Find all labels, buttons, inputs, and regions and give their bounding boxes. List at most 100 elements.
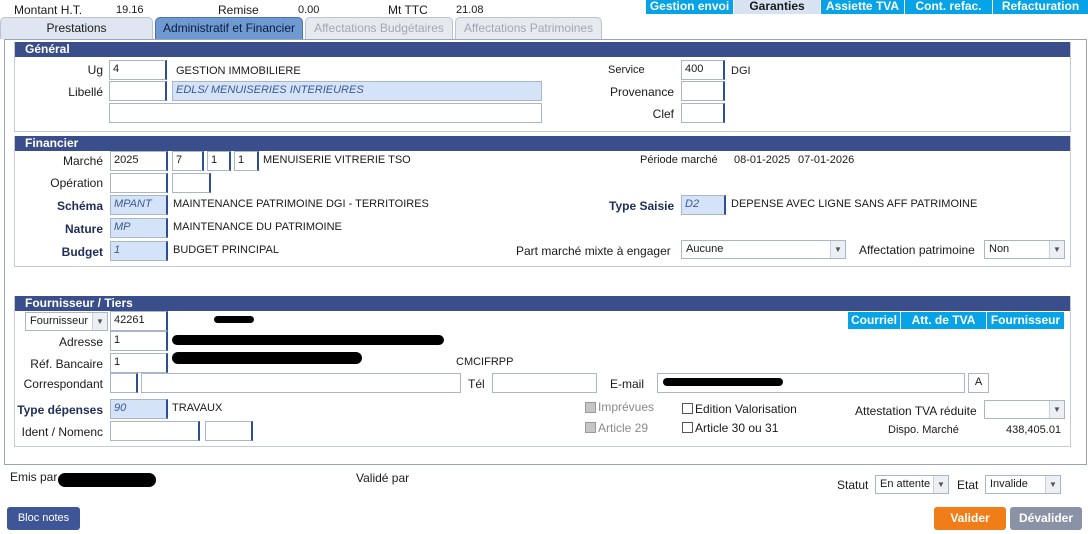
redaction [58,473,156,487]
part-marche-select[interactable]: Aucune ▼ [681,240,846,259]
affectation-select[interactable]: Non ▼ [984,240,1065,259]
clef-label: Clef [652,107,674,121]
edition-valorisation-checkbox[interactable] [682,403,693,414]
chevron-down-icon: ▼ [1045,476,1060,493]
chevron-down-icon: ▼ [830,241,845,258]
montant-ht-label: Montant H.T. [14,3,83,17]
periode-end: 07-01-2026 [798,154,855,166]
budget-input[interactable]: 1 [110,241,168,261]
assiette-tva-button[interactable]: Assiette TVA [820,0,904,14]
fournisseur-type-value: Fournisseur [30,315,89,327]
type-depenses-input[interactable]: 90 [110,399,168,419]
ident-input[interactable] [110,421,200,441]
adresse-input[interactable]: 1 [110,331,168,351]
operation-input[interactable] [110,173,168,193]
valide-par-label: Validé par [356,471,410,485]
marche-n1-input[interactable]: 7 [172,151,204,171]
cont-refac-button[interactable]: Cont. refac. [904,0,992,14]
redaction [214,316,254,323]
devalider-button[interactable]: Dévalider [1010,507,1082,530]
type-saisie-label: Type Saisie [609,199,675,213]
libelle-label: Libellé [68,85,103,99]
tel-label: Tél [468,377,485,391]
service-label: Service [608,64,645,76]
mt-ttc-value: 21.08 [456,4,484,16]
correspondant-label: Correspondant [23,377,103,391]
imprevues-checkbox[interactable] [585,402,596,413]
type-depenses-label: Type dépenses [17,403,103,417]
nature-text: MAINTENANCE DU PATRIMOINE [173,221,342,233]
statut-value: En attente [880,478,931,490]
imprevues-label: Imprévues [598,400,655,414]
operation-extra-input[interactable] [172,173,211,193]
tab-affectations-budgetaires[interactable]: Affectations Budgétaires [305,17,453,39]
redaction [172,335,444,345]
type-saisie-text: DEPENSE AVEC LIGNE SANS AFF PATRIMOINE [731,198,978,210]
ref-bancaire-text: CMCIFRPP [456,356,514,368]
email-label: E-mail [610,377,645,391]
correspondant-input[interactable] [141,373,461,393]
fournisseur-code-input[interactable]: 42261 [110,311,168,331]
fournisseur-type-select[interactable]: Fournisseur ▼ [25,312,108,331]
valider-button[interactable]: Valider [934,507,1006,530]
type-saisie-input[interactable]: D2 [681,195,726,215]
remise-label: Remise [218,3,259,17]
tab-prestations[interactable]: Prestations [0,17,153,39]
courriel-button[interactable]: Courriel [847,312,900,329]
affectation-label: Affectation patrimoine [859,243,975,257]
remise-value: 0.00 [298,4,320,16]
tel-input[interactable] [492,373,597,393]
bloc-notes-button[interactable]: Bloc notes [7,507,80,530]
marche-n2-input[interactable]: 1 [207,151,231,171]
gestion-envoi-button[interactable]: Gestion envoi [645,0,733,14]
tab-administratif-financier[interactable]: Administratif et Financier [155,17,303,39]
article30-checkbox[interactable] [682,422,693,433]
chevron-down-icon: ▼ [1049,401,1064,418]
mt-ttc-label: Mt TTC [388,3,428,17]
statut-select[interactable]: En attente ▼ [875,475,949,494]
provenance-input[interactable] [681,81,725,101]
article30-label: Article 30 ou 31 [695,421,779,435]
fournisseur-button[interactable]: Fournisseur [986,312,1064,329]
nature-label: Nature [64,222,103,236]
ident-nomenc-label: Ident / Nomenc [21,425,103,439]
nature-input[interactable]: MP [110,218,168,238]
article29-label: Article 29 [598,421,649,435]
chevron-down-icon: ▼ [92,313,107,330]
libelle-extra-input[interactable] [109,103,542,123]
libelle-code-input[interactable] [109,81,167,101]
attestation-tva-select[interactable]: ▼ [984,400,1065,419]
etat-select[interactable]: Invalide ▼ [985,475,1061,494]
ref-bancaire-input[interactable]: 1 [110,353,168,373]
schema-input[interactable]: MPANT [110,195,168,215]
libelle-input[interactable]: EDLS/ MENUISERIES INTERIEURES [172,81,542,101]
chevron-down-icon: ▼ [933,476,948,493]
marche-text: MENUISERIE VITRERIE TSO [263,154,411,166]
tab-affectations-patrimoines[interactable]: Affectations Patrimoines [455,17,602,39]
budget-text: BUDGET PRINCIPAL [173,244,279,256]
marche-label: Marché [62,154,103,168]
ug-text: GESTION IMMOBILIERE [176,65,301,77]
type-depenses-text: TRAVAUX [172,402,223,414]
ref-bancaire-label: Réf. Bancaire [30,357,103,371]
budget-label: Budget [61,245,103,259]
etat-value: Invalide [990,478,1028,490]
clef-input[interactable] [681,103,725,123]
dispo-marche-value: 438,405.01 [1006,424,1062,436]
nomenc-input[interactable] [205,421,253,441]
garanties-button[interactable]: Garanties [733,0,820,14]
refacturation-button[interactable]: Refacturation [992,0,1088,14]
adresse-label: Adresse [58,335,103,349]
service-input[interactable]: 400 [681,60,725,80]
part-marche-value: Aucune [686,243,724,255]
montant-ht-value: 19.16 [116,4,144,16]
email-a-button[interactable]: A [968,373,989,393]
ug-input[interactable]: 4 [109,60,167,80]
marche-year-input[interactable]: 2025 [110,151,168,171]
correspondant-code-input[interactable] [110,373,138,393]
article29-checkbox[interactable] [585,422,596,433]
att-tva-button[interactable]: Att. de TVA [900,312,986,329]
redaction [663,378,783,386]
marche-n3-input[interactable]: 1 [234,151,259,171]
redaction [172,352,362,364]
